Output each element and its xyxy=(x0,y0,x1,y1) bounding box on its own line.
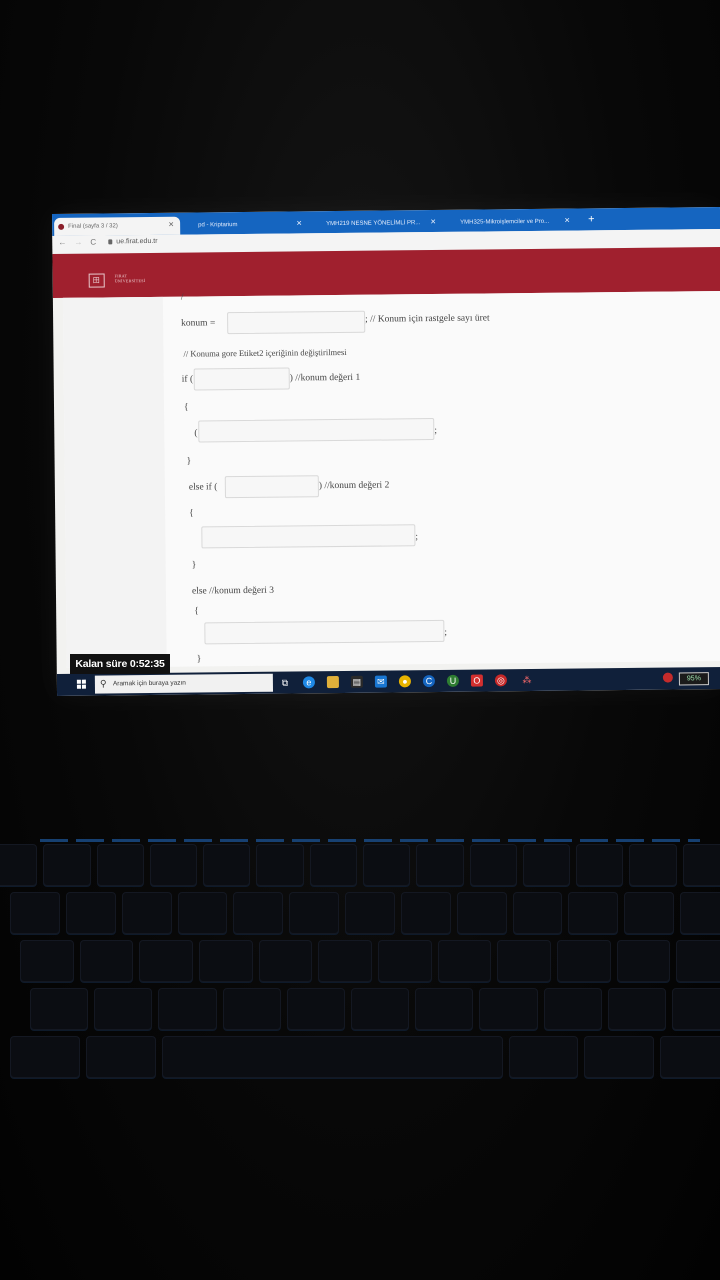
if-condition-input[interactable] xyxy=(193,367,290,391)
mail-icon[interactable]: ✉ xyxy=(374,675,387,688)
else-body-input[interactable] xyxy=(204,619,445,645)
elseif-body-input[interactable] xyxy=(201,524,416,549)
change-comment: // Konuma gore Etiket2 içeriğinin değişt… xyxy=(183,346,347,359)
file-explorer-icon[interactable] xyxy=(326,676,339,689)
laptop-screen: Final (sayfa 3 / 32) ✕ pd - Kriptarium ✕… xyxy=(52,207,720,696)
timer-label: Kalan süre xyxy=(75,658,128,670)
battery-indicator[interactable]: 95% xyxy=(678,672,709,686)
university-name: FIRAT ÜNİVERSİTESİ xyxy=(115,273,146,283)
office-icon[interactable]: O xyxy=(470,674,483,687)
app-icon-red[interactable]: ◎ xyxy=(494,674,507,687)
forward-icon[interactable]: → xyxy=(74,238,82,247)
edge-icon[interactable]: e xyxy=(302,676,315,689)
exam-content: / konum = ; // Konum için rastgele sayı … xyxy=(62,291,720,668)
logo-mark: 田 xyxy=(92,277,100,285)
semicolon: ; xyxy=(444,627,448,638)
reload-icon[interactable]: C xyxy=(90,238,96,247)
search-placeholder: Aramak için buraya yazın xyxy=(112,679,186,688)
close-brace: } xyxy=(196,654,202,665)
remaining-time-badge: Kalan süre 0:52:35 xyxy=(70,654,170,674)
task-view-icon[interactable]: ⧉ xyxy=(279,677,291,689)
app-icon-blue[interactable]: C xyxy=(422,675,435,688)
site-header: 田 FIRAT ÜNİVERSİTESİ xyxy=(52,247,720,298)
url-field[interactable]: ue.firat.edu.tr xyxy=(116,238,157,245)
konum-answer-input[interactable] xyxy=(227,310,366,335)
close-brace: } xyxy=(186,456,192,467)
close-icon[interactable]: ✕ xyxy=(564,213,570,231)
tray-notification-icon[interactable] xyxy=(662,672,673,683)
lock-icon xyxy=(108,239,113,245)
elseif-comment: ) //konum değeri 2 xyxy=(318,480,390,492)
back-icon[interactable]: ← xyxy=(58,238,66,247)
favicon-icon xyxy=(58,223,65,230)
code-fragment: / xyxy=(180,292,184,303)
app-icon-dots[interactable]: ⁂ xyxy=(521,674,533,686)
if-label: if ( xyxy=(181,374,194,385)
close-icon[interactable]: ✕ xyxy=(430,214,436,232)
chrome-icon[interactable]: ● xyxy=(398,675,411,688)
store-icon[interactable]: ▤ xyxy=(350,675,363,688)
tab-kriptarium[interactable]: pd - Kriptarium ✕ xyxy=(184,215,308,234)
close-icon[interactable]: ✕ xyxy=(168,217,174,235)
konum-label: konum = xyxy=(181,318,216,329)
windows-start-icon[interactable] xyxy=(76,679,87,690)
new-tab-button[interactable]: + xyxy=(588,212,595,226)
open-brace: { xyxy=(183,402,189,413)
open-brace: { xyxy=(189,508,194,519)
tab-title: YMH219 NESNE YÖNELİMLİ PR... xyxy=(326,220,421,228)
logo-line-2: ÜNİVERSİTESİ xyxy=(114,278,146,284)
else-label: else //konum değeri 3 xyxy=(191,585,275,597)
paren: ( xyxy=(194,428,198,439)
tab-title: YMH325-Mikroişlemciler ve Pro... xyxy=(460,218,550,226)
elseif-condition-input[interactable] xyxy=(224,475,319,499)
left-panel xyxy=(62,296,167,668)
search-icon: ⚲ xyxy=(99,678,107,689)
if-body-input[interactable] xyxy=(198,418,435,443)
tab-ymh325[interactable]: YMH325-Mikroişlemciler ve Pro... ✕ xyxy=(446,213,576,232)
semicolon: ; xyxy=(434,425,437,437)
laptop-keyboard xyxy=(0,820,720,1120)
university-logo[interactable]: 田 xyxy=(88,273,105,288)
tab-title: pd - Kriptarium xyxy=(198,222,238,229)
keyboard-backlight xyxy=(40,839,700,842)
tab-final[interactable]: Final (sayfa 3 / 32) ✕ xyxy=(54,216,181,236)
close-icon[interactable]: ✕ xyxy=(296,215,302,233)
close-brace: } xyxy=(191,560,197,571)
konum-comment: ; // Konum için rastgele sayı üret xyxy=(365,313,490,325)
open-brace: { xyxy=(194,606,199,617)
timer-value: 0:52:35 xyxy=(129,658,165,670)
taskbar-search-box[interactable]: ⚲ Aramak için buraya yazın xyxy=(94,673,274,694)
app-icon-green[interactable]: U xyxy=(446,674,459,687)
semicolon: ; xyxy=(415,532,419,543)
elseif-label: else if ( xyxy=(188,482,218,493)
tab-ymh219[interactable]: YMH219 NESNE YÖNELİMLİ PR... ✕ xyxy=(312,214,442,233)
if-comment: ) //konum değeri 1 xyxy=(289,372,361,384)
tab-title: Final (sayfa 3 / 32) xyxy=(68,223,118,230)
